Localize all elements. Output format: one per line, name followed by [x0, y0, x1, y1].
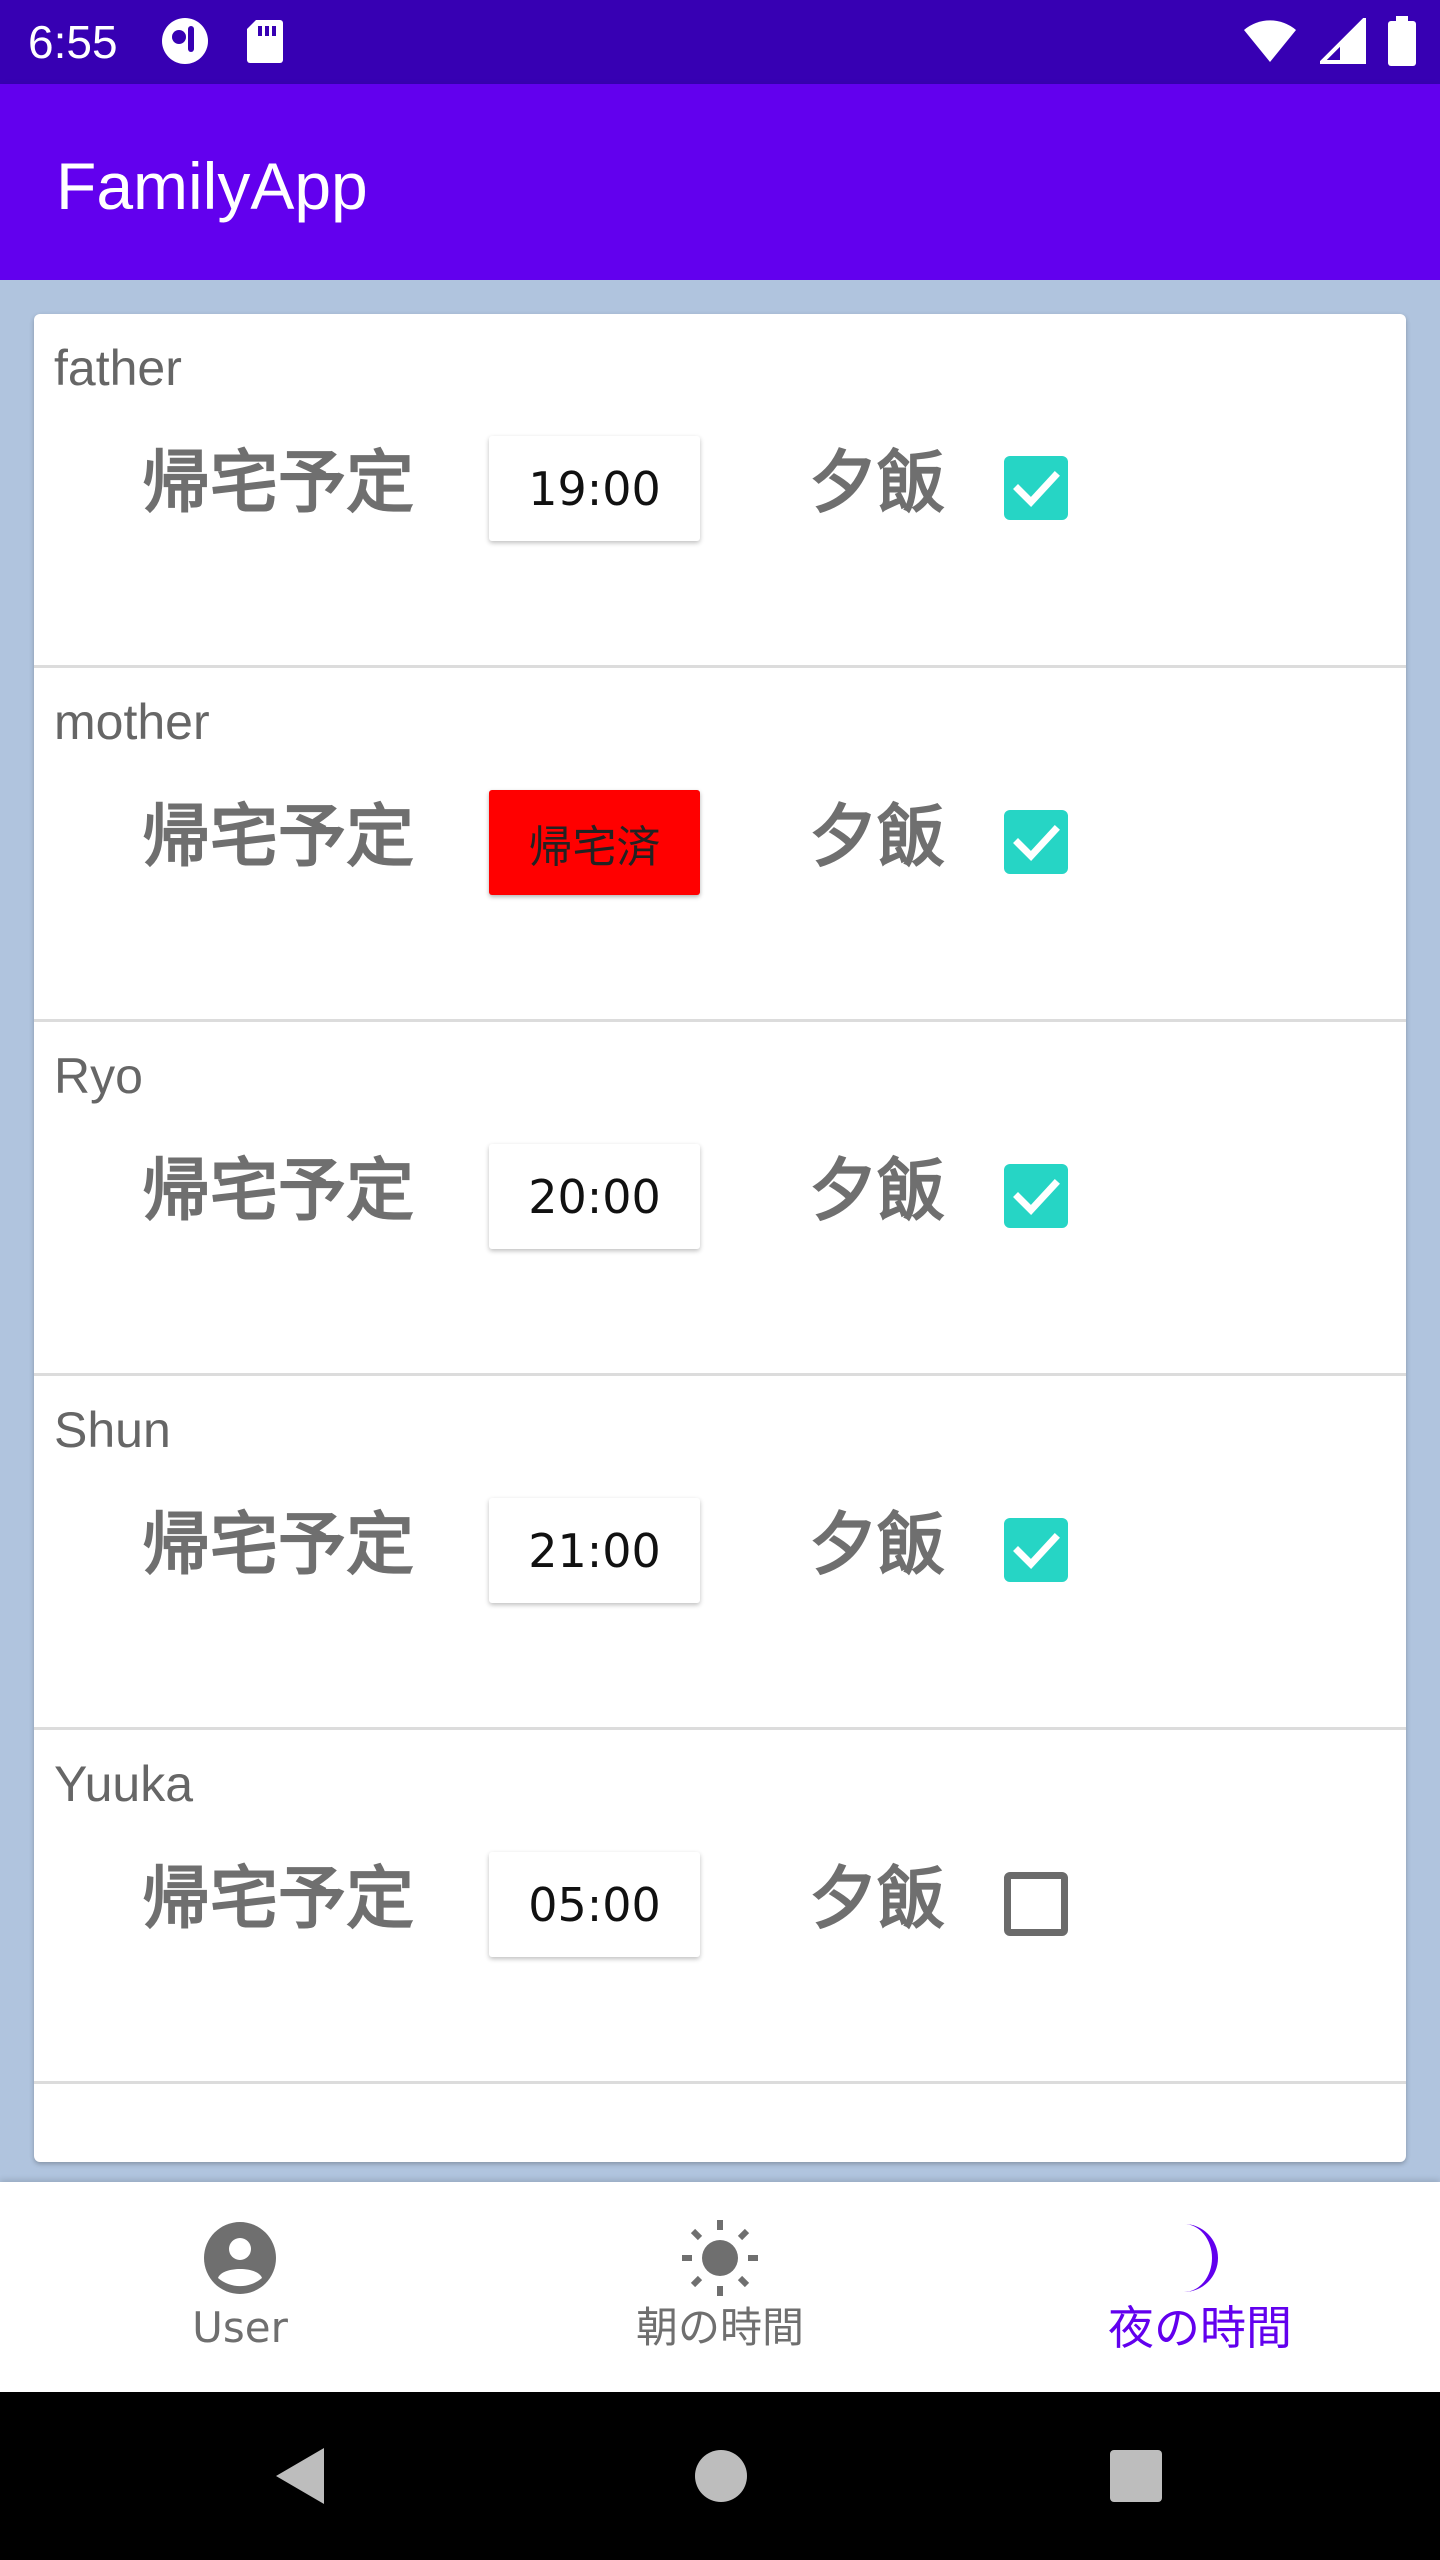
moon-icon	[1170, 2220, 1230, 2296]
return-time-button[interactable]: 19:00	[489, 436, 700, 541]
return-time-button[interactable]: 20:00	[489, 1144, 700, 1249]
member-name: father	[54, 340, 182, 396]
status-time: 6:55	[28, 16, 118, 68]
app-bar: FamilyApp	[0, 84, 1440, 280]
bottom-navigation: User 朝の時間 夜の時間	[0, 2182, 1440, 2392]
nav-item-user[interactable]: User	[0, 2182, 480, 2392]
wifi-icon	[1242, 18, 1298, 69]
nav-label: 朝の時間	[635, 2303, 804, 2352]
sd-card-icon	[246, 18, 284, 69]
check-icon	[1013, 1179, 1060, 1216]
cellular-signal-icon	[1317, 15, 1366, 69]
nav-label: User	[192, 2303, 288, 2352]
account-circle-icon	[202, 2220, 278, 2296]
battery-icon	[1388, 16, 1416, 71]
member-row-father: father 帰宅予定 19:00 夕飯	[34, 314, 1406, 668]
dinner-checkbox[interactable]	[1004, 1518, 1068, 1582]
recents-button-icon[interactable]	[1108, 2444, 1164, 2513]
dinner-label: 夕飯	[809, 444, 946, 523]
return-home-label: 帰宅予定	[142, 798, 415, 877]
return-time-button[interactable]: 21:00	[489, 1498, 700, 1603]
nav-item-night[interactable]: 夜の時間	[960, 2182, 1440, 2392]
check-icon	[1013, 1533, 1060, 1570]
member-name: Shun	[54, 1402, 171, 1458]
dinner-label: 夕飯	[809, 1860, 946, 1939]
home-button-icon[interactable]	[694, 2444, 748, 2513]
sun-icon	[680, 2220, 760, 2296]
return-home-label: 帰宅予定	[142, 444, 415, 523]
return-home-label: 帰宅予定	[142, 1860, 415, 1939]
dinner-label: 夕飯	[809, 798, 946, 877]
member-name: Yuuka	[54, 1756, 194, 1812]
returned-status-button[interactable]: 帰宅済	[489, 790, 700, 895]
content-area: father 帰宅予定 19:00 夕飯 mother 帰宅予定 帰宅済 夕飯	[0, 280, 1440, 2182]
member-name: Ryo	[54, 1048, 143, 1104]
check-icon	[1013, 825, 1060, 862]
nav-label: 夜の時間	[1108, 2301, 1292, 2355]
dinner-checkbox[interactable]	[1004, 456, 1068, 520]
return-time-button[interactable]: 05:00	[489, 1852, 700, 1957]
member-row-ryo: Ryo 帰宅予定 20:00 夕飯	[34, 1022, 1406, 1376]
system-navigation-bar	[0, 2392, 1440, 2560]
dinner-checkbox[interactable]	[1004, 1872, 1068, 1936]
check-icon	[1013, 471, 1060, 508]
return-home-label: 帰宅予定	[142, 1506, 415, 1585]
member-name: mother	[54, 694, 210, 750]
members-card: father 帰宅予定 19:00 夕飯 mother 帰宅予定 帰宅済 夕飯	[34, 314, 1406, 2162]
status-bar: 6:55	[0, 0, 1440, 84]
app-title: FamilyApp	[56, 149, 368, 223]
return-home-label: 帰宅予定	[142, 1152, 415, 1231]
member-row-mother: mother 帰宅予定 帰宅済 夕飯	[34, 668, 1406, 1022]
member-row-yuuka: Yuuka 帰宅予定 05:00 夕飯	[34, 1730, 1406, 2084]
dinner-checkbox[interactable]	[1004, 1164, 1068, 1228]
member-row-shun: Shun 帰宅予定 21:00 夕飯	[34, 1376, 1406, 1730]
back-button-icon[interactable]	[272, 2444, 328, 2513]
dinner-label: 夕飯	[809, 1506, 946, 1585]
dinner-checkbox[interactable]	[1004, 810, 1068, 874]
dinner-label: 夕飯	[809, 1152, 946, 1231]
nav-item-morning[interactable]: 朝の時間	[480, 2182, 960, 2392]
notification-app-icon	[160, 16, 210, 71]
